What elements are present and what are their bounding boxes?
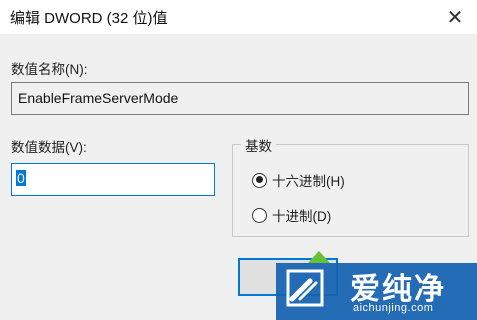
- radio-hexadecimal-label: 十六进制(H): [272, 174, 345, 189]
- watermark-logo-icon: [286, 269, 324, 307]
- dialog-title: 编辑 DWORD (32 位)值: [10, 10, 168, 27]
- value-data-text: 0: [16, 170, 26, 186]
- radio-checked-icon: [252, 172, 267, 188]
- value-name-text: EnableFrameServerMode: [18, 90, 179, 106]
- watermark: 爱纯净 aichunjing.com: [276, 263, 477, 320]
- title-bar: 编辑 DWORD (32 位)值 ✕: [0, 0, 477, 34]
- base-groupbox-title: 基数: [241, 135, 276, 155]
- value-name-label: 数值名称(N):: [11, 62, 88, 77]
- watermark-url: aichunjing.com: [353, 302, 434, 314]
- radio-unchecked-icon: [252, 207, 267, 223]
- value-name-field: EnableFrameServerMode: [11, 82, 469, 115]
- watermark-arrow-icon: [308, 251, 330, 263]
- radio-hexadecimal[interactable]: 十六进制(H): [252, 170, 345, 190]
- value-data-label: 数值数据(V):: [11, 140, 87, 155]
- value-data-input[interactable]: 0: [11, 163, 215, 196]
- radio-decimal[interactable]: 十进制(D): [252, 205, 331, 225]
- close-icon[interactable]: ✕: [441, 3, 469, 31]
- radio-decimal-label: 十进制(D): [272, 209, 332, 224]
